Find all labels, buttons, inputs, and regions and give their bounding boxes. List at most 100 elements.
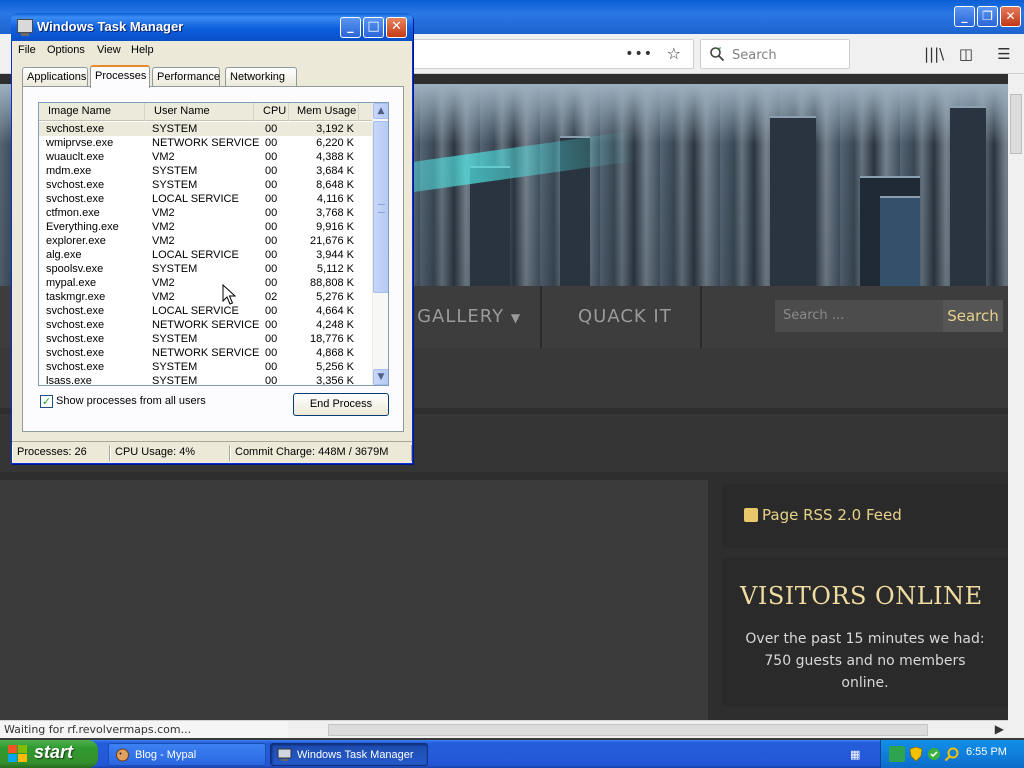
process-row[interactable]: ctfmon.exe VM2 00 3,768 K (39, 206, 372, 220)
process-mem-usage: 3,192 K (316, 123, 354, 135)
column-cpu[interactable]: CPU (254, 103, 289, 121)
minimize-button[interactable]: _ (340, 17, 361, 38)
process-row[interactable]: wuauclt.exe VM2 00 4,388 K (39, 150, 372, 164)
process-user-name: VM2 (152, 291, 175, 303)
task-manager-title-bar[interactable]: Windows Task Manager _ □ ✕ (11, 13, 413, 41)
visitors-widget: VISITORS ONLINE Over the past 15 minutes… (722, 558, 1008, 706)
process-row[interactable]: svchost.exe SYSTEM 00 5,256 K (39, 360, 372, 374)
process-mem-usage: 8,648 K (316, 179, 354, 191)
process-row[interactable]: mdm.exe SYSTEM 00 3,684 K (39, 164, 372, 178)
process-user-name: SYSTEM (152, 179, 198, 191)
process-mem-usage: 18,776 K (309, 333, 354, 345)
security-shield-icon[interactable] (908, 746, 924, 762)
taskbar-item-task-manager[interactable]: Windows Task Manager (270, 743, 428, 766)
process-row[interactable]: alg.exe LOCAL SERVICE 00 3,944 K (39, 248, 372, 262)
column-user-name[interactable]: User Name (145, 103, 254, 121)
scroll-up-arrow-icon[interactable]: ▲ (373, 103, 388, 119)
process-row[interactable]: lsass.exe SYSTEM 00 3,356 K (39, 374, 372, 386)
process-list[interactable]: Image Name User Name CPU Mem Usage svcho… (38, 102, 389, 386)
process-user-name: SYSTEM (152, 375, 198, 386)
process-mem-usage: 3,356 K (316, 375, 354, 386)
network-icon[interactable] (889, 746, 905, 762)
menu-help[interactable]: Help (131, 44, 154, 56)
menu-options[interactable]: Options (47, 44, 85, 56)
process-row[interactable]: svchost.exe NETWORK SERVICE 00 4,868 K (39, 346, 372, 360)
scroll-thumb[interactable] (373, 121, 388, 293)
task-manager-app-icon (17, 19, 33, 36)
process-image-name: Everything.exe (46, 221, 119, 233)
process-image-name: mypal.exe (46, 277, 97, 289)
bookmark-star-icon[interactable]: ☆ (667, 44, 681, 63)
start-button[interactable]: start (0, 740, 98, 768)
close-button[interactable]: ✕ (386, 17, 407, 38)
column-mem-usage[interactable]: Mem Usage (289, 103, 359, 121)
site-search-input[interactable]: Search ... (775, 300, 943, 332)
process-row[interactable]: svchost.exe LOCAL SERVICE 00 4,664 K (39, 304, 372, 318)
process-cpu: 00 (265, 151, 278, 163)
process-row[interactable]: svchost.exe NETWORK SERVICE 00 4,248 K (39, 318, 372, 332)
process-user-name: SYSTEM (152, 165, 198, 177)
page-actions-more-icon[interactable]: ••• (625, 46, 653, 62)
search-icon (710, 47, 725, 62)
process-list-scrollbar[interactable]: ▲ ▼ (372, 103, 388, 385)
browser-search-box[interactable]: Search (700, 39, 850, 69)
process-row[interactable]: svchost.exe SYSTEM 00 18,776 K (39, 332, 372, 346)
browser-close-button[interactable]: ✕ (1000, 6, 1021, 27)
process-row[interactable]: mypal.exe VM2 00 88,808 K (39, 276, 372, 290)
end-process-button[interactable]: End Process (293, 393, 389, 416)
browser-horizontal-scrollbar[interactable]: ▶ (288, 720, 1008, 738)
tab-networking[interactable]: Networking (225, 67, 297, 87)
process-row[interactable]: svchost.exe SYSTEM 00 3,192 K (39, 122, 372, 136)
show-all-users-checkbox[interactable]: ✓ (40, 395, 53, 408)
caret-down-icon: ▼ (510, 311, 522, 325)
process-cpu: 00 (265, 347, 278, 359)
process-user-name: NETWORK SERVICE (152, 137, 260, 149)
browser-restore-button[interactable]: ❐ (977, 6, 998, 27)
menu-icon[interactable]: ☰ (994, 44, 1014, 64)
process-row[interactable]: Everything.exe VM2 00 9,916 K (39, 220, 372, 234)
search-tray-icon[interactable] (944, 746, 960, 762)
menu-view[interactable]: View (97, 44, 121, 56)
process-mem-usage: 4,116 K (316, 193, 354, 205)
maximize-button[interactable]: □ (363, 17, 384, 38)
process-image-name: svchost.exe (46, 123, 105, 135)
tab-performance[interactable]: Performance (152, 67, 220, 87)
url-bar[interactable]: ••• ☆ (410, 39, 694, 69)
update-icon[interactable] (926, 746, 942, 762)
process-user-name: SYSTEM (152, 123, 198, 135)
process-cpu: 02 (265, 291, 278, 303)
library-icon[interactable]: |||\ (924, 44, 944, 64)
main-content-area (0, 480, 708, 720)
scroll-right-arrow-icon[interactable]: ▶ (995, 722, 1004, 736)
taskbar-item-blog-mypal[interactable]: Blog - Mypal (108, 743, 266, 766)
nav-quack-it[interactable]: QUACK IT (578, 286, 672, 348)
menu-file[interactable]: File (18, 44, 36, 56)
rss-widget: Page RSS 2.0 Feed (722, 484, 1008, 548)
nav-gallery[interactable]: E GALLERY ▼ (398, 286, 521, 348)
process-cpu: 00 (265, 179, 278, 191)
site-search-button[interactable]: Search (943, 300, 1003, 332)
rss-link[interactable]: Page RSS 2.0 Feed (762, 506, 902, 524)
process-row[interactable]: wmiprvse.exe NETWORK SERVICE 00 6,220 K (39, 136, 372, 150)
sidebar-icon[interactable]: ◫ (956, 44, 976, 64)
task-manager-window: Windows Task Manager _ □ ✕ File Options … (11, 13, 413, 464)
process-row[interactable]: svchost.exe LOCAL SERVICE 00 4,116 K (39, 192, 372, 206)
keyboard-language-icon[interactable]: ▦ (850, 748, 866, 761)
process-user-name: VM2 (152, 235, 175, 247)
scroll-down-arrow-icon[interactable]: ▼ (373, 369, 388, 385)
browser-minimize-button[interactable]: _ (954, 6, 975, 27)
tab-applications[interactable]: Applications (22, 67, 88, 87)
process-row[interactable]: explorer.exe VM2 00 21,676 K (39, 234, 372, 248)
process-row[interactable]: spoolsv.exe SYSTEM 00 5,112 K (39, 262, 372, 276)
tab-processes[interactable]: Processes (90, 65, 150, 88)
processes-panel: Image Name User Name CPU Mem Usage svcho… (22, 86, 404, 432)
process-row[interactable]: taskmgr.exe VM2 02 5,276 K (39, 290, 372, 304)
clock[interactable]: 6:55 PM (966, 746, 1007, 758)
process-cpu: 00 (265, 221, 278, 233)
process-mem-usage: 21,676 K (309, 235, 354, 247)
browser-vertical-scrollbar[interactable] (1008, 74, 1024, 720)
process-row[interactable]: svchost.exe SYSTEM 00 8,648 K (39, 178, 372, 192)
column-image-name[interactable]: Image Name (39, 103, 145, 121)
process-image-name: svchost.exe (46, 305, 105, 317)
process-image-name: wuauclt.exe (46, 151, 105, 163)
